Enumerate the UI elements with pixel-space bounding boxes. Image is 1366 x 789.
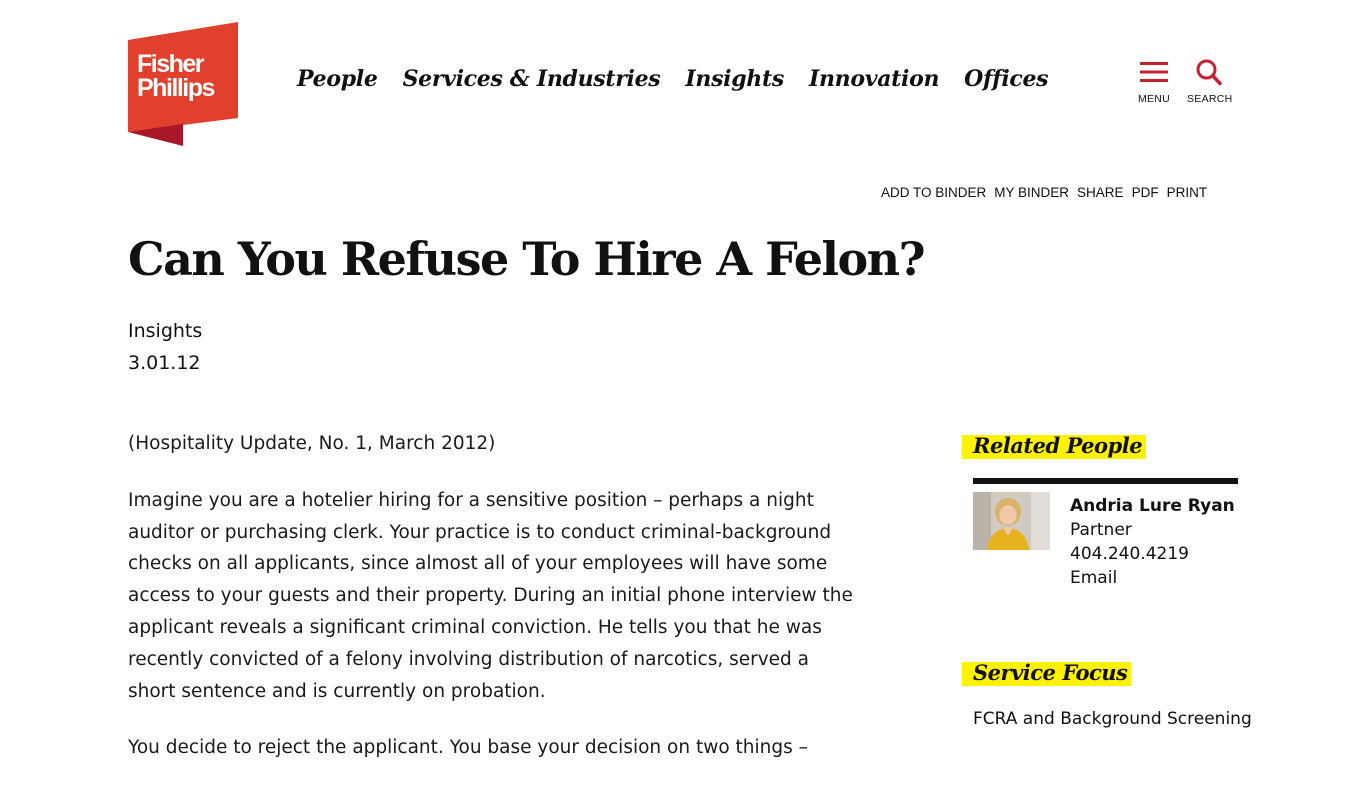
article-paragraph: Imagine you are a hotelier hiring for a … <box>128 489 853 702</box>
fisher-phillips-logo[interactable]: Fisher Phillips <box>128 22 238 146</box>
nav-people[interactable]: People <box>297 66 378 92</box>
article-paragraph: You decide to reject the applicant. You … <box>128 737 808 759</box>
service-focus-heading: Service Focus <box>962 659 1132 686</box>
article-date: 3.01.12 <box>128 352 201 374</box>
pdf-link[interactable]: PDF <box>1132 185 1159 200</box>
article-meta: Insights 3.01.12 <box>128 315 202 379</box>
nav-innovation[interactable]: Innovation <box>809 66 939 92</box>
search-button[interactable]: SEARCH <box>1187 58 1233 105</box>
related-people-heading: Related People <box>962 432 1147 459</box>
primary-nav: People Services & Industries Insights In… <box>297 66 1049 92</box>
avatar-photo <box>973 492 1050 550</box>
logo-line-2: Phillips <box>137 74 215 102</box>
search-icon <box>1196 59 1222 86</box>
person-phone[interactable]: 404.240.4219 <box>1070 542 1240 566</box>
nav-insights[interactable]: Insights <box>685 66 784 92</box>
article-body: (Hospitality Update, No. 1, March 2012) … <box>128 428 853 789</box>
article-paragraph: (Hospitality Update, No. 1, March 2012) <box>128 433 496 454</box>
person-email-link[interactable]: Email <box>1070 566 1240 590</box>
menu-button[interactable]: MENU <box>1136 58 1172 105</box>
person-photo[interactable] <box>973 492 1050 550</box>
person-title: Partner <box>1070 520 1132 540</box>
my-binder-link[interactable]: MY BINDER <box>994 185 1069 200</box>
article-toolbar: ADD TO BINDER MY BINDER SHARE PDF PRINT <box>881 185 1207 200</box>
print-link[interactable]: PRINT <box>1167 185 1208 200</box>
page-title: Can You Refuse To Hire A Felon? <box>128 232 926 286</box>
add-to-binder-link[interactable]: ADD TO BINDER <box>881 185 986 200</box>
nav-services-industries[interactable]: Services & Industries <box>403 66 661 92</box>
logo-line-1: Fisher <box>137 50 205 78</box>
nav-offices[interactable]: Offices <box>964 66 1048 92</box>
share-link[interactable]: SHARE <box>1077 185 1124 200</box>
hamburger-icon <box>1140 62 1168 82</box>
section-divider <box>973 478 1238 484</box>
search-label: SEARCH <box>1187 93 1233 105</box>
service-focus-link[interactable]: FCRA and Background Screening <box>973 709 1252 729</box>
person-name[interactable]: Andria Lure Ryan <box>1070 494 1240 518</box>
article-category: Insights <box>128 320 203 342</box>
menu-label: MENU <box>1137 93 1171 105</box>
